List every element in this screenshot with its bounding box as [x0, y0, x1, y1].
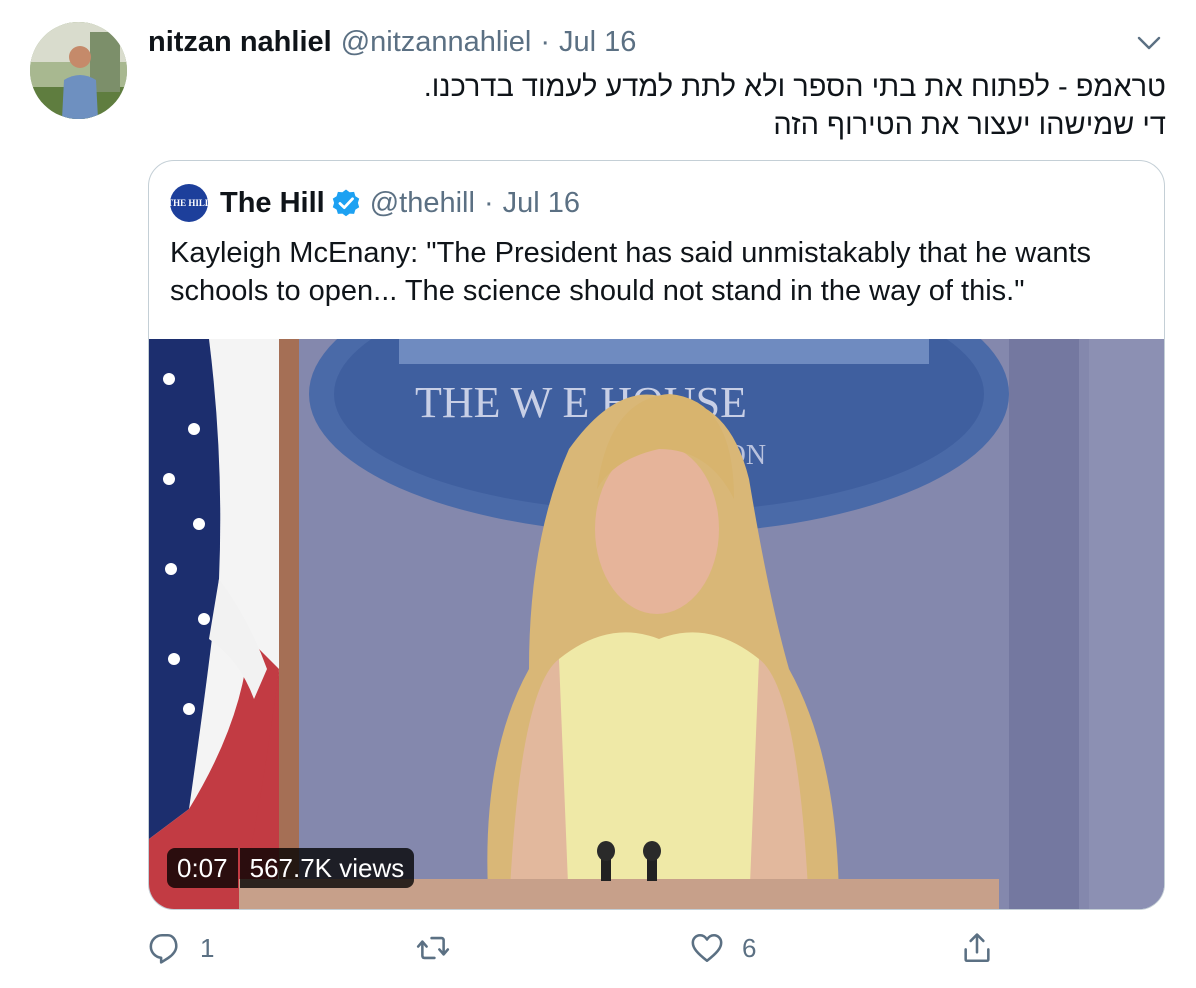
- like-count: 6: [742, 932, 757, 963]
- reply-button[interactable]: 1: [148, 928, 214, 968]
- avatar-image: [30, 22, 127, 119]
- verified-badge-icon: [332, 189, 359, 217]
- quoted-tweet-card[interactable]: THE HILL The Hill @thehill · Jul 16 Kayl…: [148, 160, 1165, 910]
- author-name[interactable]: nitzan nahliel: [148, 26, 332, 59]
- tweet-date[interactable]: Jul 16: [559, 26, 636, 59]
- video-player[interactable]: THE W E HOUSE TON: [149, 339, 1164, 909]
- quoted-tweet-date[interactable]: Jul 16: [503, 187, 580, 220]
- reply-count: 1: [200, 932, 215, 963]
- share-icon: [964, 933, 990, 963]
- author-handle[interactable]: @nitzannahliel: [341, 26, 532, 59]
- like-icon: [691, 933, 723, 963]
- tweet-text-line: די שמישהו יעצור את הטירוף הזה: [773, 109, 1166, 141]
- quoted-author-handle[interactable]: @thehill: [370, 187, 475, 220]
- quoted-header-separator: ·: [483, 186, 494, 219]
- quoted-tweet-text: Kayleigh McEnany: "The President has sai…: [170, 237, 1092, 307]
- the-hill-logo[interactable]: THE HILL: [167, 184, 211, 222]
- share-button[interactable]: [960, 928, 994, 968]
- reply-icon: [149, 933, 178, 964]
- video-duration: 0:07: [167, 848, 238, 888]
- tweet-actions: 1 6: [148, 928, 1163, 968]
- chevron-down-icon[interactable]: [1136, 30, 1162, 56]
- video-view-count: 567.7K views: [239, 848, 415, 888]
- retweet-button[interactable]: [416, 928, 468, 968]
- header-separator: ·: [540, 25, 551, 58]
- quoted-tweet-header: THE HILL The Hill @thehill · Jul 16: [167, 183, 580, 223]
- tweet-text: טראמפ - לפתוח את בתי הספר ולא לתת למדע ל…: [166, 68, 1166, 144]
- retweet-icon: [416, 936, 450, 960]
- tweet-text-line: טראמפ - לפתוח את בתי הספר ולא לתת למדע ל…: [423, 71, 1166, 103]
- like-button[interactable]: 6: [690, 928, 756, 968]
- tweet-header: nitzan nahliel @nitzannahliel · Jul 16: [148, 24, 636, 60]
- quoted-author-name[interactable]: The Hill: [220, 187, 325, 220]
- author-avatar[interactable]: [30, 22, 127, 119]
- video-thumbnail: THE W E HOUSE TON: [149, 339, 1164, 909]
- video-stats-overlay: 0:07 567.7K views: [167, 848, 415, 888]
